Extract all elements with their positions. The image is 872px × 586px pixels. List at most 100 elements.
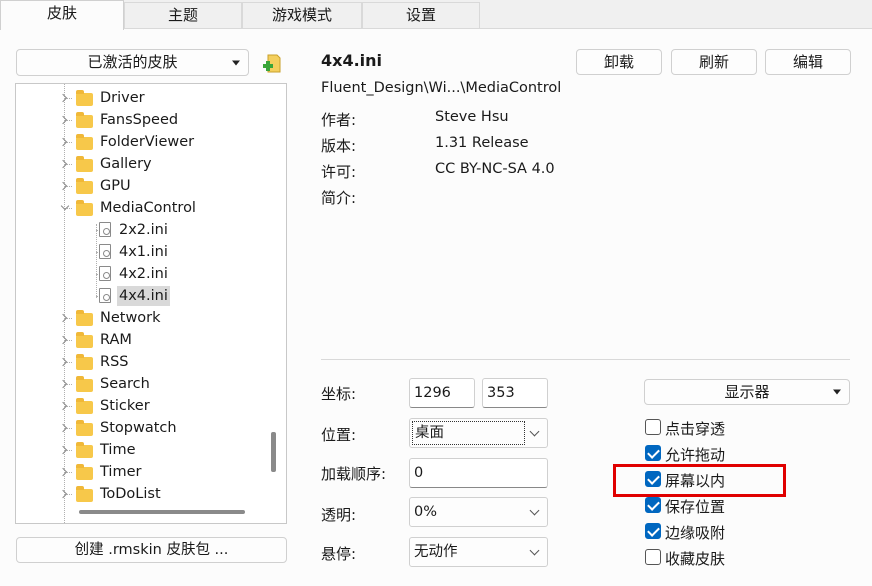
checkbox-checked-icon[interactable] <box>645 445 661 461</box>
y-coordinate-input[interactable]: 353 <box>482 378 548 408</box>
chevron-right-icon[interactable] <box>58 313 68 323</box>
checkbox-option[interactable]: 收藏皮肤 <box>644 548 784 568</box>
chevron-right-icon[interactable] <box>58 181 68 191</box>
divider <box>321 359 850 360</box>
tree-file-item[interactable]: 4x1.ini <box>16 241 266 263</box>
tree-item-label: Driver <box>100 90 145 106</box>
skin-tree[interactable]: Driver FansSpeed FolderViewer Gallery GPU Med… <box>15 83 287 524</box>
checkbox-unchecked-icon[interactable] <box>645 549 661 565</box>
chevron-right-icon[interactable] <box>58 379 68 389</box>
folder-icon <box>76 156 93 172</box>
tree-folder-item[interactable]: RAM <box>16 329 266 351</box>
x-coordinate-input[interactable]: 1296 <box>409 378 475 408</box>
tree-folder-item[interactable]: FansSpeed <box>16 109 266 131</box>
tree-folder-item[interactable]: Time <box>16 439 266 461</box>
tree-folder-item[interactable]: Timer <box>16 461 266 483</box>
chevron-right-icon[interactable] <box>58 423 68 433</box>
checkbox-label: 保存位置 <box>665 498 726 516</box>
tree-item-label: Gallery <box>100 156 152 172</box>
chevron-down-icon <box>529 426 540 437</box>
add-skin-icon[interactable] <box>262 54 282 74</box>
tree-folder-item[interactable]: Network <box>16 307 266 329</box>
transparency-select[interactable]: 0% <box>409 497 548 527</box>
tree-folder-item[interactable]: Driver <box>16 87 266 109</box>
tree-folder-item[interactable]: RSS <box>16 351 266 373</box>
active-skins-dropdown[interactable]: 已激活的皮肤 <box>16 49 249 76</box>
tree-folder-item[interactable]: ToDoList <box>16 483 266 505</box>
folder-icon <box>76 354 93 370</box>
folder-icon <box>76 442 93 458</box>
load-order-input[interactable]: 0 <box>409 458 548 488</box>
hover-select[interactable]: 无动作 <box>409 537 548 567</box>
checkbox-unchecked-icon[interactable] <box>645 419 661 435</box>
tree-item-label: RAM <box>100 332 132 348</box>
display-dropdown[interactable]: 显示器 <box>644 379 850 405</box>
tree-file-item[interactable]: 4x2.ini <box>16 263 266 285</box>
create-rmskin-button[interactable]: 创建 .rmskin 皮肤包 ... <box>16 537 287 563</box>
checkbox-option[interactable]: 允许拖动 <box>644 444 784 464</box>
checkbox-option[interactable]: 点击穿透 <box>644 418 784 438</box>
checkbox-checked-icon[interactable] <box>645 497 661 513</box>
tree-item-label: Network <box>100 310 161 326</box>
refresh-button[interactable]: 刷新 <box>671 49 757 75</box>
checkbox-checked-icon[interactable] <box>645 523 661 539</box>
tree-file-item[interactable]: 4x4.ini <box>16 285 266 307</box>
checkbox-label: 点击穿透 <box>665 420 726 438</box>
tree-folder-item[interactable]: Gallery <box>16 153 266 175</box>
tree-folder-item[interactable]: Stopwatch <box>16 417 266 439</box>
chevron-right-icon[interactable] <box>58 93 68 103</box>
tree-folder-item[interactable]: GPU <box>16 175 266 197</box>
chevron-right-icon[interactable] <box>58 467 68 477</box>
tree-item-label: FolderViewer <box>100 134 195 150</box>
tab-themes[interactable]: 主题 <box>124 2 242 28</box>
chevron-right-icon[interactable] <box>58 115 68 125</box>
tree-vertical-scrollbar[interactable] <box>271 432 276 472</box>
folder-icon <box>76 200 93 216</box>
tree-folder-item[interactable]: FolderViewer <box>16 131 266 153</box>
ini-file-icon <box>99 266 111 281</box>
tab-skins[interactable]: 皮肤 <box>0 0 124 30</box>
author-value: Steve Hsu <box>435 109 509 125</box>
tree-item-label: FansSpeed <box>100 112 179 128</box>
chevron-right-icon[interactable] <box>58 357 68 367</box>
position-select[interactable]: 桌面 <box>409 418 548 448</box>
tree-item-label: MediaControl <box>100 200 196 216</box>
unload-button[interactable]: 卸载 <box>576 49 662 75</box>
load-order-label: 加载顺序: <box>321 465 387 483</box>
folder-icon <box>76 112 93 128</box>
tree-horizontal-scrollbar[interactable] <box>79 510 245 514</box>
chevron-right-icon[interactable] <box>58 159 68 169</box>
display-dropdown-label: 显示器 <box>724 383 770 401</box>
tree-folder-item[interactable]: Search <box>16 373 266 395</box>
transparency-value: 0% <box>414 504 438 520</box>
tree-folder-item[interactable]: MediaControl <box>16 197 266 219</box>
tree-file-item[interactable]: 2x2.ini <box>16 219 266 241</box>
version-value: 1.31 Release <box>435 135 529 151</box>
chevron-right-icon[interactable] <box>58 445 68 455</box>
tree-item-label: Sticker <box>100 398 150 414</box>
tree-item-label: RSS <box>100 354 129 370</box>
chevron-right-icon[interactable] <box>58 335 68 345</box>
coords-label: 坐标: <box>321 385 357 403</box>
tree-item-label: Timer <box>100 464 142 480</box>
tab-settings[interactable]: 设置 <box>362 2 480 28</box>
tree-item-label: 4x4.ini <box>117 286 170 306</box>
checkbox-label: 边缘吸附 <box>665 524 726 542</box>
tree-folder-item[interactable]: Sticker <box>16 395 266 417</box>
dropdown-arrow-icon <box>232 60 240 65</box>
tab-game-mode[interactable]: 游戏模式 <box>242 2 362 28</box>
dropdown-arrow-icon <box>833 389 841 395</box>
edit-button[interactable]: 编辑 <box>765 49 851 75</box>
chevron-right-icon[interactable] <box>58 489 68 499</box>
chevron-right-icon[interactable] <box>58 137 68 147</box>
highlight-annotation-box <box>613 464 786 497</box>
tree-item-label: Time <box>100 442 136 458</box>
folder-icon <box>76 332 93 348</box>
checkbox-option[interactable]: 保存位置 <box>644 496 784 516</box>
chevron-right-icon[interactable] <box>58 401 68 411</box>
tree-item-label: 2x2.ini <box>119 222 168 238</box>
ini-file-icon <box>99 288 111 303</box>
chevron-down-icon <box>529 505 540 516</box>
folder-icon <box>76 310 93 326</box>
checkbox-option[interactable]: 边缘吸附 <box>644 522 784 542</box>
